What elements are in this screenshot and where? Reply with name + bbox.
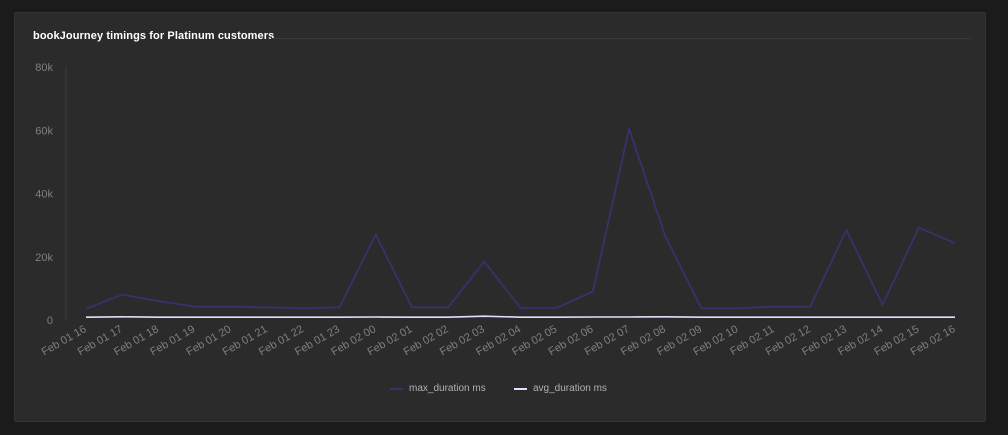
point-max-duration — [338, 306, 340, 308]
point-avg-duration — [338, 316, 340, 318]
point-avg-duration — [628, 316, 630, 318]
y-tick-label: 20k — [35, 252, 53, 264]
point-max-duration — [701, 307, 703, 309]
series-line-max-duration — [85, 127, 956, 310]
point-avg-duration — [664, 316, 666, 318]
point-max-duration — [845, 229, 847, 231]
y-axis: 0 20k 40k 60k 80k — [35, 62, 67, 327]
x-axis: Feb 01 16Feb 01 17Feb 01 18Feb 01 19Feb … — [40, 323, 958, 358]
point-max-duration — [882, 304, 884, 306]
point-avg-duration — [701, 316, 703, 318]
point-max-duration — [483, 260, 485, 262]
legend-swatch-avg-duration — [514, 387, 527, 390]
legend-item-avg-duration[interactable]: avg_duration ms — [514, 383, 607, 394]
point-avg-duration — [773, 316, 775, 318]
point-max-duration — [85, 308, 87, 310]
series-layer — [85, 127, 956, 319]
point-avg-duration — [121, 316, 123, 318]
point-avg-duration — [375, 316, 377, 318]
point-avg-duration — [302, 316, 304, 318]
y-tick-label: 60k — [35, 125, 53, 137]
point-avg-duration — [845, 316, 847, 318]
point-avg-duration — [483, 315, 485, 317]
point-max-duration — [737, 307, 739, 309]
legend-label-avg-duration: avg_duration ms — [533, 383, 607, 394]
point-avg-duration — [411, 316, 413, 318]
point-max-duration — [773, 306, 775, 308]
point-max-duration — [302, 307, 304, 309]
point-max-duration — [194, 306, 196, 308]
point-avg-duration — [809, 316, 811, 318]
point-max-duration — [954, 242, 956, 244]
point-max-duration — [592, 291, 594, 293]
point-avg-duration — [447, 316, 449, 318]
legend-item-max-duration[interactable]: max_duration ms — [390, 383, 486, 394]
point-max-duration — [628, 128, 630, 130]
point-avg-duration — [737, 316, 739, 318]
point-avg-duration — [954, 316, 956, 318]
point-avg-duration — [157, 316, 159, 318]
point-avg-duration — [882, 316, 884, 318]
point-max-duration — [375, 234, 377, 236]
point-avg-duration — [918, 316, 920, 318]
point-max-duration — [230, 306, 232, 308]
point-max-duration — [447, 306, 449, 308]
y-tick-label: 80k — [35, 62, 53, 74]
point-avg-duration — [85, 316, 87, 318]
point-avg-duration — [266, 316, 268, 318]
point-max-duration — [918, 227, 920, 229]
point-avg-duration — [592, 316, 594, 318]
point-max-duration — [411, 306, 413, 308]
point-avg-duration — [520, 316, 522, 318]
legend-label-max-duration: max_duration ms — [409, 383, 486, 394]
point-avg-duration — [194, 316, 196, 318]
line-chart: 0 20k 40k 60k 80k Feb 01 16Feb 01 17Feb 01 1… — [35, 62, 958, 358]
point-max-duration — [556, 307, 558, 309]
y-tick-label: 40k — [35, 189, 53, 201]
point-max-duration — [520, 307, 522, 309]
point-max-duration — [121, 294, 123, 296]
point-max-duration — [266, 306, 268, 308]
legend-swatch-max-duration — [390, 387, 403, 390]
y-tick-label: 0 — [47, 315, 53, 327]
point-max-duration — [809, 306, 811, 308]
point-max-duration — [664, 235, 666, 237]
legend: max_duration ms avg_duration ms — [0, 383, 1008, 399]
point-max-duration — [157, 300, 159, 302]
point-avg-duration — [230, 316, 232, 318]
point-avg-duration — [556, 316, 558, 318]
